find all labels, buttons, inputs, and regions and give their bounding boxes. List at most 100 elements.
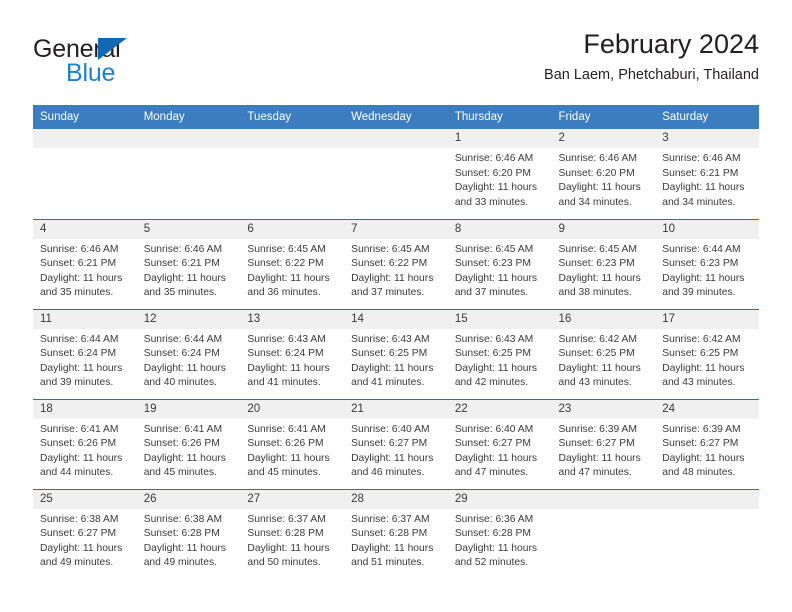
sunset-text: Sunset: 6:21 PM	[143, 258, 220, 270]
day-detail: Sunrise: 6:46 AM Sunset: 6:20 PM Daylight:…	[448, 148, 552, 210]
day-detail: Sunrise: 6:41 AM Sunset: 6:26 PM Daylight:…	[137, 419, 241, 481]
day-number: 23	[551, 399, 656, 419]
day-detail: Sunrise: 6:39 AM Sunset: 6:27 PM Daylight:…	[655, 419, 759, 481]
sunrise-text: Sunrise: 6:45 AM	[247, 243, 326, 255]
calendar-day-cell[interactable]: 20 Sunrise: 6:41 AM Sunset: 6:26 PM Dayligh…	[240, 398, 345, 489]
calendar-day-cell[interactable]: 2 Sunrise: 6:46 AM Sunset: 6:20 PM Daylight…	[551, 129, 656, 219]
calendar-day-cell[interactable]: 7 Sunrise: 6:45 AM Sunset: 6:22 PM Daylight…	[344, 218, 448, 309]
day-detail: Sunrise: 6:45 AM Sunset: 6:22 PM Daylight:…	[344, 239, 448, 301]
sunrise-text: Sunrise: 6:46 AM	[454, 153, 534, 164]
calendar-day-cell[interactable]: 28 Sunrise: 6:37 AM Sunset: 6:28 PM Dayligh…	[344, 488, 448, 579]
daylight-text: Daylight: 11 hours and 45 minutes.	[143, 452, 226, 479]
calendar-day-cell[interactable]: 12 Sunrise: 6:44 AM Sunset: 6:24 PM Dayligh…	[136, 308, 241, 399]
sunset-text: Sunset: 6:26 PM	[247, 438, 324, 450]
calendar-body: 1 Sunrise: 6:46 AM Sunset: 6:20 PM Daylight…	[33, 129, 759, 579]
day-detail: Sunrise: 6:38 AM Sunset: 6:27 PM Daylight:…	[33, 509, 137, 571]
daylight-text: Daylight: 11 hours and 43 minutes.	[558, 362, 641, 389]
daylight-text: Daylight: 11 hours and 45 minutes.	[247, 452, 330, 479]
day-number: 8	[447, 219, 552, 239]
day-number: 17	[655, 309, 759, 329]
day-detail: Sunrise: 6:44 AM Sunset: 6:23 PM Daylight:…	[655, 239, 759, 301]
calendar-day-cell[interactable]: 3 Sunrise: 6:46 AM Sunset: 6:21 PM Daylight…	[655, 129, 759, 219]
day-number: 28	[344, 489, 448, 509]
daylight-text: Daylight: 11 hours and 34 minutes.	[662, 182, 745, 208]
calendar-day-cell[interactable]: 16 Sunrise: 6:42 AM Sunset: 6:25 PM Dayligh…	[551, 308, 656, 399]
daylight-text: Daylight: 11 hours and 33 minutes.	[454, 182, 538, 208]
page-subtitle: Ban Laem, Phetchaburi, Thailand	[544, 67, 759, 83]
sunrise-text: Sunrise: 6:38 AM	[40, 513, 119, 525]
day-detail: Sunrise: 6:39 AM Sunset: 6:27 PM Daylight:…	[552, 419, 656, 481]
calendar-day-cell[interactable]: 26 Sunrise: 6:38 AM Sunset: 6:28 PM Dayligh…	[136, 488, 241, 579]
day-detail: Sunrise: 6:46 AM Sunset: 6:21 PM Daylight:…	[655, 148, 759, 210]
day-detail: Sunrise: 6:42 AM Sunset: 6:25 PM Daylight:…	[552, 329, 656, 391]
calendar-day-cell[interactable]: 27 Sunrise: 6:37 AM Sunset: 6:28 PM Dayligh…	[240, 488, 345, 579]
calendar-day-cell[interactable]: 8 Sunrise: 6:45 AM Sunset: 6:23 PM Daylight…	[447, 218, 552, 309]
calendar-day-cell[interactable]: 29 Sunrise: 6:36 AM Sunset: 6:28 PM Dayligh…	[447, 488, 552, 579]
day-detail: Sunrise: 6:45 AM Sunset: 6:22 PM Daylight:…	[240, 239, 344, 301]
sunset-text: Sunset: 6:21 PM	[40, 258, 117, 270]
sunrise-text: Sunrise: 6:43 AM	[454, 333, 534, 345]
calendar-day-cell[interactable]: 13 Sunrise: 6:43 AM Sunset: 6:24 PM Dayligh…	[240, 308, 345, 399]
day-number: 26	[136, 489, 241, 509]
day-detail: Sunrise: 6:40 AM Sunset: 6:27 PM Daylight:…	[448, 419, 552, 481]
sunset-text: Sunset: 6:23 PM	[558, 258, 635, 270]
calendar-day-cell[interactable]: 15 Sunrise: 6:43 AM Sunset: 6:25 PM Dayligh…	[447, 308, 552, 399]
calendar-day-cell[interactable]: 5 Sunrise: 6:46 AM Sunset: 6:21 PM Daylight…	[136, 218, 241, 309]
calendar-week-row: 4 Sunrise: 6:46 AM Sunset: 6:21 PM Daylight…	[33, 218, 759, 309]
calendar-day-cell[interactable]: 11 Sunrise: 6:44 AM Sunset: 6:24 PM Dayligh…	[33, 308, 137, 399]
calendar-day-cell[interactable]: 9 Sunrise: 6:45 AM Sunset: 6:23 PM Daylight…	[551, 218, 656, 309]
day-detail: Sunrise: 6:43 AM Sunset: 6:25 PM Daylight:…	[448, 329, 552, 391]
calendar-day-cell[interactable]: 14 Sunrise: 6:43 AM Sunset: 6:25 PM Dayligh…	[344, 308, 448, 399]
calendar-day-cell[interactable]: 18 Sunrise: 6:41 AM Sunset: 6:26 PM Dayligh…	[33, 398, 137, 489]
sunrise-text: Sunrise: 6:42 AM	[558, 333, 637, 345]
daylight-text: Daylight: 11 hours and 35 minutes.	[40, 272, 123, 299]
calendar-day-cell[interactable]: 19 Sunrise: 6:41 AM Sunset: 6:26 PM Dayligh…	[136, 398, 241, 489]
calendar-day-cell[interactable]: 22 Sunrise: 6:40 AM Sunset: 6:27 PM Dayligh…	[447, 398, 552, 489]
day-number	[344, 129, 448, 148]
day-number: 29	[447, 489, 552, 509]
day-detail: Sunrise: 6:45 AM Sunset: 6:23 PM Daylight:…	[448, 239, 552, 301]
sunrise-text: Sunrise: 6:39 AM	[662, 423, 741, 435]
daylight-text: Daylight: 11 hours and 48 minutes.	[662, 452, 745, 479]
calendar-page: General Blue February 2024 Ban Laem, Phe…	[0, 0, 792, 612]
day-detail: Sunrise: 6:45 AM Sunset: 6:23 PM Daylight:…	[552, 239, 656, 301]
sunrise-text: Sunrise: 6:37 AM	[351, 513, 430, 525]
daylight-text: Daylight: 11 hours and 36 minutes.	[247, 272, 330, 299]
calendar-day-cell[interactable]: 25 Sunrise: 6:38 AM Sunset: 6:27 PM Dayligh…	[33, 488, 137, 579]
daylight-text: Daylight: 11 hours and 37 minutes.	[454, 272, 538, 299]
sunset-text: Sunset: 6:20 PM	[454, 167, 531, 179]
sunset-text: Sunset: 6:28 PM	[454, 528, 531, 540]
calendar-day-cell[interactable]: 4 Sunrise: 6:46 AM Sunset: 6:21 PM Daylight…	[33, 218, 137, 309]
day-number: 2	[551, 129, 656, 148]
sunrise-text: Sunrise: 6:44 AM	[662, 243, 741, 255]
daylight-text: Daylight: 11 hours and 41 minutes.	[247, 362, 330, 389]
calendar-day-cell[interactable]: 24 Sunrise: 6:39 AM Sunset: 6:27 PM Dayligh…	[655, 398, 759, 489]
calendar-day-cell[interactable]: 6 Sunrise: 6:45 AM Sunset: 6:22 PM Daylight…	[240, 218, 345, 309]
calendar-week-row: 1 Sunrise: 6:46 AM Sunset: 6:20 PM Daylight…	[33, 129, 759, 219]
calendar-day-cell[interactable]: 23 Sunrise: 6:39 AM Sunset: 6:27 PM Dayligh…	[551, 398, 656, 489]
day-number	[551, 489, 656, 509]
day-number: 20	[240, 399, 345, 419]
calendar-day-cell[interactable]: 10 Sunrise: 6:44 AM Sunset: 6:23 PM Dayligh…	[655, 218, 759, 309]
daylight-text: Daylight: 11 hours and 46 minutes.	[351, 452, 434, 479]
day-number: 25	[33, 489, 137, 509]
sunrise-text: Sunrise: 6:38 AM	[143, 513, 223, 525]
sunrise-text: Sunrise: 6:45 AM	[351, 243, 430, 255]
weekday-header-thursday: Thursday	[447, 105, 552, 129]
sunset-text: Sunset: 6:27 PM	[558, 438, 635, 450]
calendar-day-cell[interactable]: 17 Sunrise: 6:42 AM Sunset: 6:25 PM Dayligh…	[655, 308, 759, 399]
day-detail: Sunrise: 6:36 AM Sunset: 6:28 PM Daylight:…	[448, 509, 552, 571]
page-title: February 2024	[583, 29, 759, 59]
sunset-text: Sunset: 6:23 PM	[662, 258, 739, 270]
daylight-text: Daylight: 11 hours and 39 minutes.	[662, 272, 745, 299]
calendar-day-cell-empty	[655, 488, 759, 579]
sunset-text: Sunset: 6:24 PM	[40, 348, 117, 360]
calendar-day-cell[interactable]: 1 Sunrise: 6:46 AM Sunset: 6:20 PM Daylight…	[447, 129, 552, 219]
sunrise-text: Sunrise: 6:41 AM	[143, 423, 223, 435]
general-blue-logo: General Blue	[33, 35, 263, 91]
sunrise-text: Sunrise: 6:37 AM	[247, 513, 326, 525]
day-detail: Sunrise: 6:46 AM Sunset: 6:21 PM Daylight:…	[137, 239, 241, 301]
calendar-day-cell[interactable]: 21 Sunrise: 6:40 AM Sunset: 6:27 PM Dayligh…	[344, 398, 448, 489]
calendar-day-cell-empty	[240, 129, 345, 219]
weekday-header-friday: Friday	[551, 105, 656, 129]
